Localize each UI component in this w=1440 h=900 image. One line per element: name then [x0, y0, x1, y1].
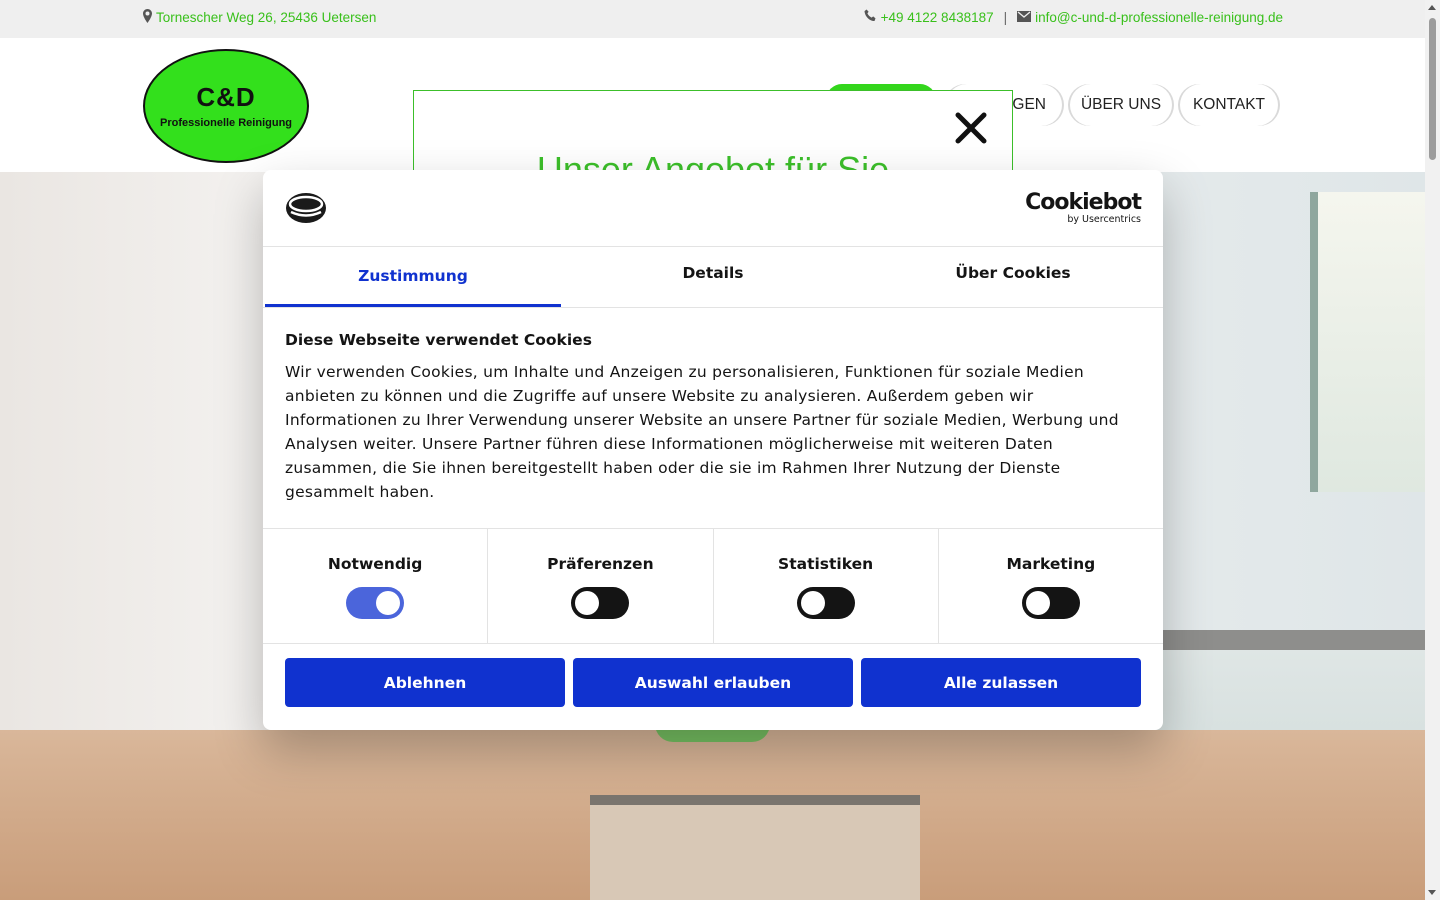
cookiebot-logo-icon	[285, 192, 327, 228]
phone-icon	[864, 9, 877, 25]
allow-all-button[interactable]: Alle zulassen	[861, 658, 1141, 707]
scroll-up-arrow-icon[interactable]	[1428, 5, 1436, 10]
cookie-dialog-header: Cookiebot by Usercentrics	[263, 170, 1163, 247]
nav-item-ueber-uns[interactable]: ÜBER UNS	[1070, 84, 1172, 126]
switch-knob	[376, 591, 401, 615]
toggle-praeferenzen: Präferenzen	[488, 529, 714, 643]
site-logo[interactable]: C&D Professionelle Reinigung	[143, 49, 309, 163]
address: Tornescher Weg 26, 25436 Uetersen	[143, 9, 376, 26]
close-icon[interactable]	[954, 111, 988, 145]
phone-link[interactable]: +49 4122 8438187	[881, 10, 994, 25]
cookie-category-toggles: Notwendig Präferenzen Statistiken Market…	[263, 528, 1163, 644]
map-marker-icon	[143, 9, 152, 26]
toggle-notwendig: Notwendig	[263, 529, 489, 643]
separator: |	[1003, 9, 1008, 25]
switch-knob	[800, 591, 825, 615]
tab-details[interactable]: Details	[563, 247, 863, 307]
logo-subtitle: Professionelle Reinigung	[159, 117, 293, 129]
address-text: Tornescher Weg 26, 25436 Uetersen	[156, 10, 377, 25]
praeferenzen-switch[interactable]	[571, 587, 630, 619]
allow-selection-button[interactable]: Auswahl erlauben	[573, 658, 853, 707]
nav-item-label: ÜBER UNS	[1080, 96, 1162, 113]
toggle-label: Marketing	[1006, 555, 1096, 573]
cookiebot-brand-sub: by Usercentrics	[1067, 214, 1141, 225]
cookiebot-brand[interactable]: Cookiebot by Usercentrics	[1025, 190, 1142, 226]
cookie-dialog-text: Wir verwenden Cookies, um Inhalte und An…	[285, 363, 1119, 501]
tab-zustimmung[interactable]: Zustimmung	[263, 247, 563, 307]
marketing-switch[interactable]	[1021, 587, 1080, 619]
cookie-dialog-heading: Diese Webseite verwendet Cookies	[285, 331, 592, 349]
page-scrollbar[interactable]	[1425, 0, 1440, 900]
decline-button[interactable]: Ablehnen	[285, 658, 565, 707]
nav-item-kontakt[interactable]: KONTAKT	[1180, 84, 1278, 126]
nav-item-label: KONTAKT	[1192, 96, 1266, 113]
envelope-icon	[1017, 10, 1032, 25]
toggle-label: Statistiken	[778, 555, 874, 573]
cookiebot-brand-name: Cookiebot	[1025, 190, 1142, 215]
switch-knob	[575, 591, 600, 615]
notwendig-switch[interactable]	[346, 587, 405, 619]
hero-tile	[590, 795, 920, 900]
cookie-dialog-body: Diese Webseite verwendet Cookies Wir ver…	[285, 330, 1141, 504]
toggle-label: Notwendig	[327, 555, 423, 573]
cookie-tabs: Zustimmung Details Über Cookies	[263, 247, 1163, 308]
toggle-statistiken: Statistiken	[714, 529, 939, 643]
scroll-down-arrow-icon[interactable]	[1428, 890, 1436, 895]
toggle-marketing: Marketing	[939, 529, 1163, 643]
scrollbar-thumb[interactable]	[1429, 18, 1436, 160]
contact-info: +49 4122 8438187 | info@c-und-d-professi…	[864, 9, 1283, 25]
tab-ueber-cookies[interactable]: Über Cookies	[863, 247, 1163, 307]
cookie-consent-dialog: Cookiebot by Usercentrics Zustimmung Det…	[263, 170, 1163, 730]
cookie-action-buttons: Ablehnen Auswahl erlauben Alle zulassen	[285, 658, 1141, 707]
email-link[interactable]: info@c-und-d-professionelle-reinigung.de	[1035, 10, 1283, 25]
toggle-label: Präferenzen	[547, 555, 654, 573]
switch-knob	[1025, 591, 1050, 615]
logo-title: C&D	[196, 82, 256, 112]
hero-window	[1310, 192, 1425, 492]
statistiken-switch[interactable]	[796, 587, 855, 619]
top-info-bar: Tornescher Weg 26, 25436 Uetersen +49 41…	[0, 0, 1425, 38]
